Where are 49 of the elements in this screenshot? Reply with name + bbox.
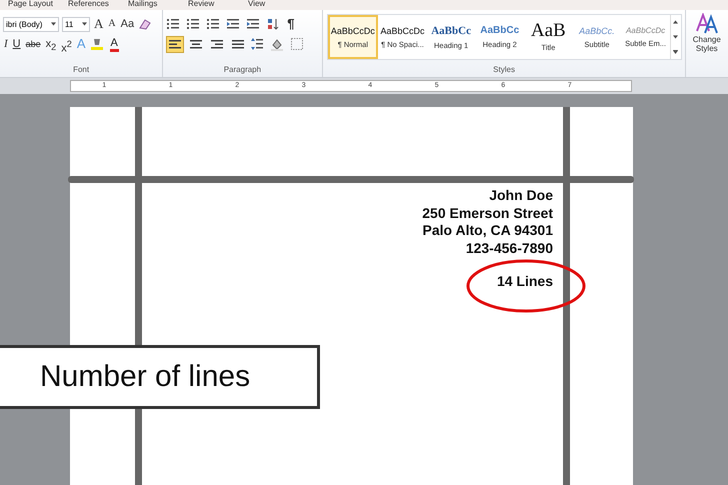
strikethrough-button[interactable]: abe (24, 36, 42, 52)
show-formatting-button[interactable]: ¶ (286, 16, 296, 32)
change-styles-button[interactable]: Change Styles (686, 10, 728, 77)
list-icon[interactable] (206, 17, 220, 31)
caret-icon (51, 22, 56, 26)
caption-text: Number of lines (39, 360, 250, 394)
line-spacing-icon[interactable] (250, 37, 264, 51)
highlighter-icon[interactable] (90, 37, 104, 51)
font-size-dropdown[interactable]: 11 (62, 16, 90, 32)
change-case-button[interactable]: Aa (120, 16, 136, 32)
indent-icon[interactable] (226, 17, 240, 31)
alignment-button[interactable] (166, 36, 184, 52)
caret-icon (82, 22, 87, 26)
grow-font-button[interactable]: A (93, 16, 104, 32)
superscript-button[interactable]: x$^{2}$ (60, 36, 73, 52)
ribbon-tab[interactable]: View (248, 0, 308, 10)
address-line: Palo Alto, CA 94301 (422, 222, 553, 238)
underline-button[interactable]: U (12, 36, 22, 52)
align-lines-icon (231, 38, 246, 52)
list-icon[interactable] (166, 17, 180, 31)
ribbon-tab[interactable]: Page Layout (8, 0, 68, 10)
ribbon-tab[interactable]: Review (188, 0, 248, 10)
scroll-down-icon[interactable] (673, 34, 678, 39)
subscript-button[interactable]: x$_{2}$ (44, 36, 58, 52)
styles-icon (694, 13, 719, 35)
group-label: Styles (492, 65, 516, 74)
ribbon-tab[interactable]: References (68, 0, 128, 10)
shrink-font-button[interactable]: A (107, 16, 117, 32)
align-lines-icon (210, 38, 224, 52)
borders-icon[interactable] (290, 37, 304, 51)
align-lines-icon (189, 38, 204, 52)
clear-formatting-icon[interactable] (138, 17, 152, 31)
shading-icon[interactable] (270, 37, 284, 51)
font-color-button[interactable]: A (110, 36, 119, 52)
address-line: 250 Emerson Street (422, 204, 553, 221)
group-label: Paragraph (222, 65, 262, 74)
line-count-text: 14 Lines (496, 273, 553, 290)
font-name-dropdown[interactable]: ibri (Body) (3, 16, 59, 32)
expand-gallery-icon[interactable] (673, 50, 678, 54)
italic-button[interactable]: I (3, 36, 9, 52)
ribbon-tab[interactable]: Mailings (128, 0, 188, 10)
sort-icon[interactable] (266, 17, 280, 31)
align-lines-icon (168, 38, 182, 52)
indent-icon[interactable] (246, 17, 260, 31)
scroll-up-icon[interactable] (673, 20, 678, 24)
address-line: John Doe (489, 187, 553, 204)
list-icon[interactable] (186, 17, 200, 31)
address-line: 123-456-7890 (466, 240, 553, 256)
group-label: Font (72, 65, 90, 74)
